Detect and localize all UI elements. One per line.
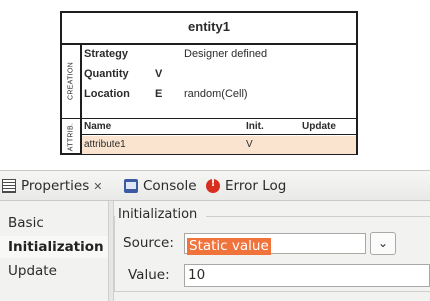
- source-selected-text: Static value: [187, 238, 271, 255]
- source-select[interactable]: Static value: [184, 233, 366, 255]
- creation-row-strategy[interactable]: Strategy Designer defined: [82, 48, 356, 66]
- section-divider: [62, 118, 356, 119]
- tab-console[interactable]: Console: [124, 171, 197, 201]
- tab-properties[interactable]: Properties ✕: [2, 171, 102, 201]
- properties-nav: Basic Initialization Update: [0, 201, 108, 301]
- attrib-section-label: ATTRIB.: [62, 119, 82, 155]
- attribute-table-header: Name Init. Update: [82, 120, 356, 135]
- close-icon[interactable]: ✕: [93, 180, 102, 193]
- nav-item-basic[interactable]: Basic: [0, 212, 108, 234]
- creation-row-location[interactable]: Location E random(Cell): [82, 88, 356, 106]
- nav-item-initialization[interactable]: Initialization: [0, 236, 108, 258]
- value-label: Value:: [128, 267, 170, 283]
- entity-box[interactable]: entity1 CREATION Strategy Designer defin…: [60, 11, 358, 155]
- properties-content: Initialization Source: Static value ⌄ Va…: [114, 201, 430, 301]
- view-tab-bar: Properties ✕ Console Error Log: [0, 170, 430, 201]
- entity-title: entity1: [62, 13, 356, 45]
- chevron-down-icon[interactable]: ⌄: [370, 232, 396, 255]
- value-input[interactable]: 10: [184, 264, 430, 287]
- diagram-canvas[interactable]: entity1 CREATION Strategy Designer defin…: [0, 0, 430, 170]
- source-label: Source:: [123, 235, 174, 251]
- error-log-icon: [206, 178, 220, 193]
- group-border: [206, 216, 430, 217]
- console-icon: [124, 179, 138, 193]
- attribute-row[interactable]: attribute1 V: [82, 136, 356, 154]
- creation-section-label: CREATION: [62, 44, 82, 118]
- group-title: Initialization: [118, 207, 198, 222]
- creation-row-quantity[interactable]: Quantity V: [82, 68, 356, 86]
- properties-icon: [2, 179, 16, 193]
- tab-error-log[interactable]: Error Log: [206, 171, 286, 201]
- nav-item-update[interactable]: Update: [0, 260, 108, 282]
